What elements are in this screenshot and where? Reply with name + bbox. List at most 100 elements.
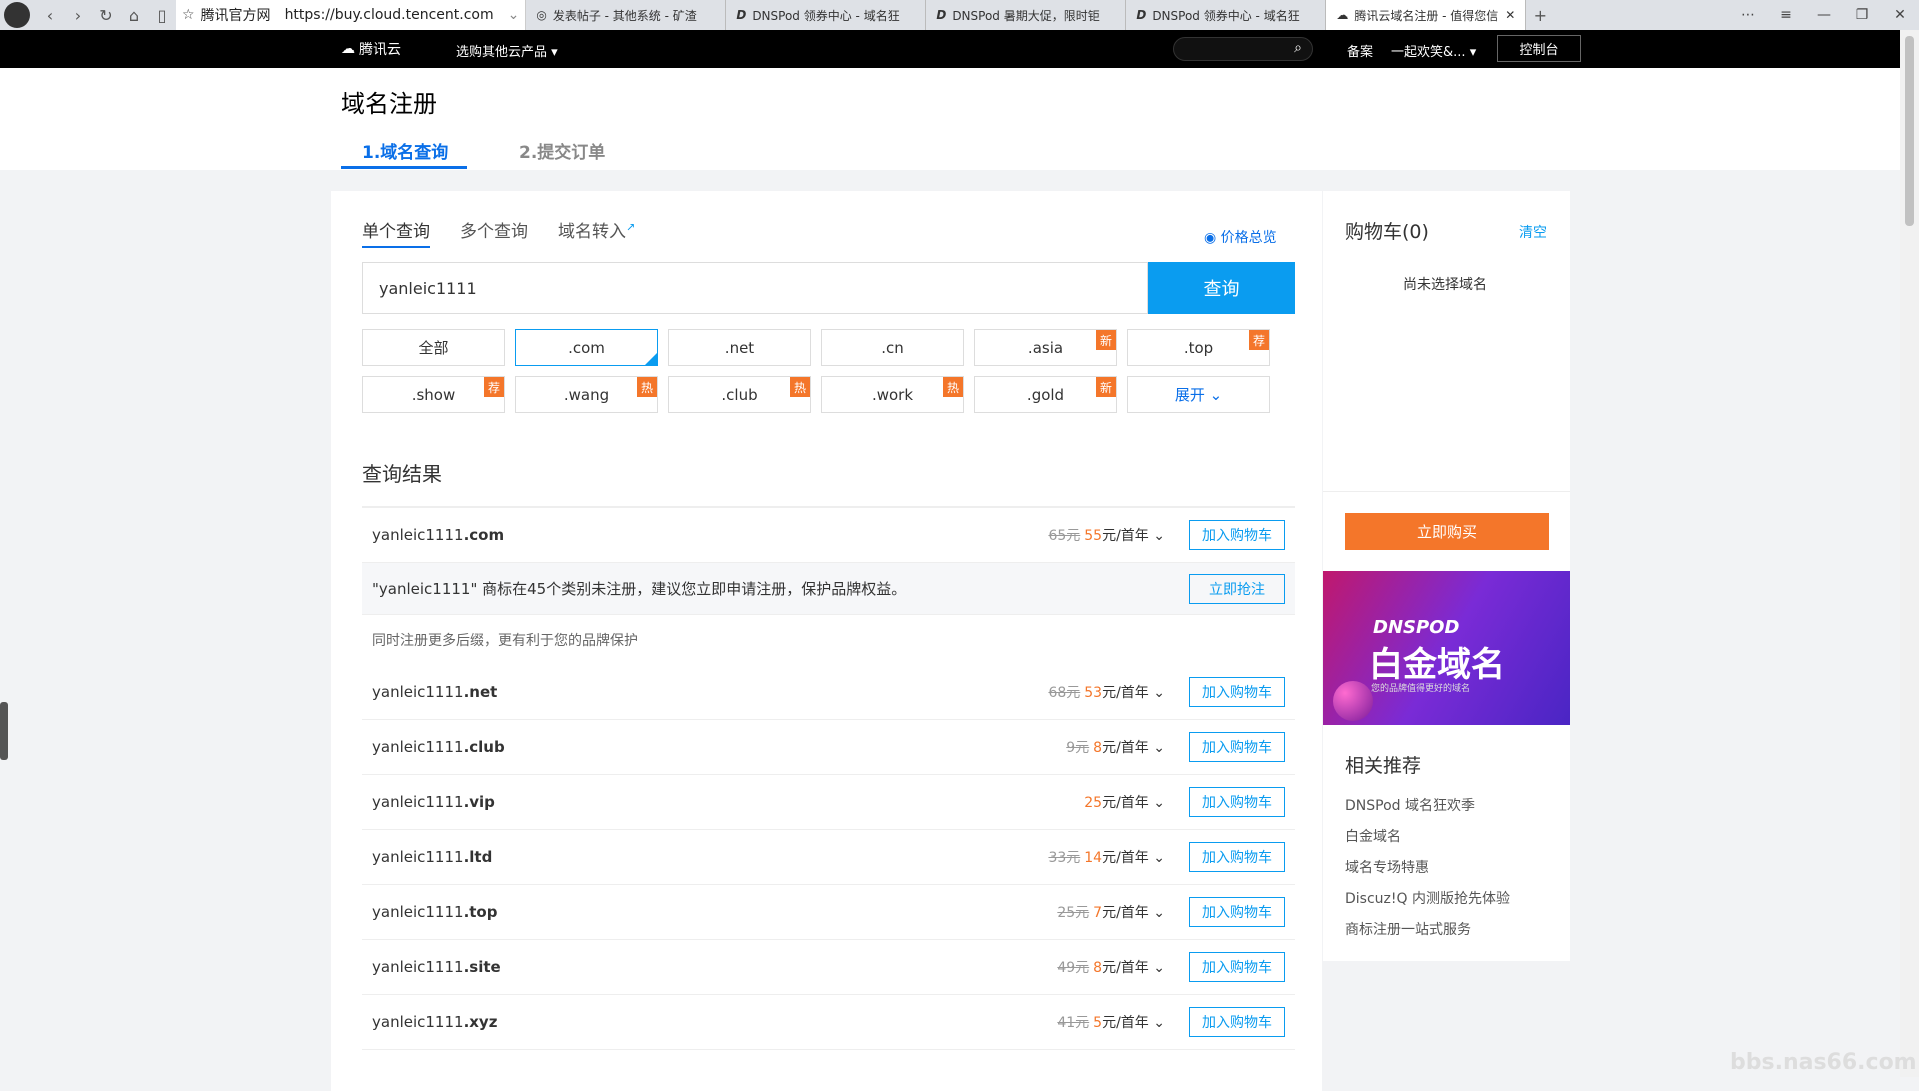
recommend-link[interactable]: DNSPod 域名狂欢季 [1345,791,1510,822]
result-row: yanleic1111.top 25元 7元/首年 ⌄ 加入购物车 [362,885,1295,940]
add-to-cart-button[interactable]: 加入购物车 [1189,952,1285,982]
domain-name: yanleic1111.com [372,526,504,544]
address-bar[interactable]: ☆ 腾讯官方网 https://buy.cloud.tencent.com ⌄ [176,0,527,30]
expand-suffixes-button[interactable]: 展开 ⌄ [1127,376,1270,413]
price[interactable]: 9元 8元/首年 ⌄ [1066,737,1165,757]
platinum-domain-banner[interactable]: DNSPOD 白金域名 您的品牌值得更好的域名 [1323,571,1570,725]
suffix-option[interactable]: .net [668,329,811,366]
reload-icon[interactable]: ↻ [92,0,120,30]
recommend-link[interactable]: 域名专场特惠 [1345,853,1510,884]
suffix-option[interactable]: .asia 新 [974,329,1117,366]
trademark-text: "yanleic1111" 商标在45个类别未注册，建议您立即申请注册，保护品牌… [372,580,907,598]
domain-prefix: yanleic1111 [372,958,464,976]
browser-tab[interactable]: D DNSPod 领券中心 - 域名狂 [1126,0,1327,30]
star-icon[interactable]: ☆ [182,7,195,23]
browser-tab[interactable]: D DNSPod 领券中心 - 域名狂 [726,0,927,30]
domain-prefix: yanleic1111 [372,526,464,544]
tab-single-query[interactable]: 单个查询 [362,217,430,248]
price-overview-link[interactable]: ◉ 价格总览 [1204,227,1277,247]
price[interactable]: 41元 5元/首年 ⌄ [1057,1012,1165,1032]
suffix-option[interactable]: .wang 热 [515,376,658,413]
active-step-indicator [341,166,467,169]
price[interactable]: 49元 8元/首年 ⌄ [1057,957,1165,977]
recommend-link[interactable]: Discuz!Q 内测版抢先体验 [1345,884,1510,915]
add-to-cart-button[interactable]: 加入购物车 [1189,520,1285,550]
suffix-option[interactable]: .top 荐 [1127,329,1270,366]
menu-icon[interactable]: ≡ [1767,0,1805,30]
buy-now-button[interactable]: 立即购买 [1345,513,1549,550]
suffix-badge: 热 [790,377,810,397]
tab-label: 腾讯云域名注册 - 值得您信 [1354,8,1499,23]
search-icon[interactable]: ⌕ [1294,40,1302,56]
expand-label: 展开 [1174,386,1205,404]
add-to-cart-button[interactable]: 加入购物车 [1189,1007,1285,1037]
tab-multi-query[interactable]: 多个查询 [460,217,528,248]
add-to-cart-button[interactable]: 加入购物车 [1189,897,1285,927]
step-submit-order[interactable]: 2.提交订单 [519,138,605,163]
price[interactable]: 25元/首年 ⌄ [1080,792,1165,812]
cart-title: 购物车(0) [1345,221,1429,243]
forward-icon[interactable]: › [64,0,92,30]
close-icon[interactable]: ✕ [1505,8,1515,22]
suffix-badge: 热 [943,377,963,397]
chevron-down-icon[interactable]: ⌄ [508,7,520,23]
browser-tab[interactable]: D DNSPod 暑期大促，限时钜 [926,0,1127,30]
domain-name: yanleic1111.club [372,738,505,756]
scrollbar-thumb[interactable] [1905,36,1914,226]
price[interactable]: 33元 14元/首年 ⌄ [1048,847,1165,867]
side-panel-handle[interactable] [0,702,8,760]
dnspod-icon: D [736,8,747,22]
register-trademark-button[interactable]: 立即抢注 [1189,573,1285,604]
result-row: yanleic1111.net 68元 53元/首年 ⌄ 加入购物车 [362,665,1295,720]
old-price: 33元 [1048,850,1081,866]
console-button[interactable]: 控制台 [1497,35,1581,62]
address-url[interactable]: https://buy.cloud.tencent.com [285,7,494,23]
domain-search-input[interactable] [362,262,1148,314]
reader-icon[interactable]: ▯ [148,0,176,30]
restore-icon[interactable]: ❐ [1843,0,1881,30]
user-menu[interactable]: 一起欢笑&... ▾ [1391,41,1476,60]
external-link-icon: ↗ [626,220,636,234]
new-tab-icon[interactable]: + [1526,0,1554,30]
suffix-label: .club [721,385,758,404]
tab-domain-transfer[interactable]: 域名转入↗ [558,217,635,248]
browser-tab[interactable]: ◎ 发表帖子 - 其他系统 - 矿渣 [526,0,727,30]
suffix-option[interactable]: .cn [821,329,964,366]
page-scrollbar[interactable] [1900,30,1919,1077]
search-button[interactable]: 查询 [1148,262,1295,314]
products-menu[interactable]: 选购其他云产品 ▾ [456,41,558,60]
close-window-icon[interactable]: ✕ [1881,0,1919,30]
suffix-option[interactable]: .gold 新 [974,376,1117,413]
add-to-cart-button[interactable]: 加入购物车 [1189,732,1285,762]
add-to-cart-button[interactable]: 加入购物车 [1189,787,1285,817]
suffix-option[interactable]: .work 热 [821,376,964,413]
beian-link[interactable]: 备案 [1347,41,1373,60]
site-search-input[interactable]: ⌕ [1173,37,1313,61]
minimize-icon[interactable]: — [1805,0,1843,30]
back-icon[interactable]: ‹ [36,0,64,30]
tencent-cloud-logo[interactable]: ☁ 腾讯云 [341,39,401,59]
more-icon[interactable]: ⋯ [1729,0,1767,30]
recommend-link[interactable]: 白金域名 [1345,822,1510,853]
browser-tab-active[interactable]: ☁ 腾讯云域名注册 - 值得您信 ✕ [1326,0,1527,30]
current-price: 7 [1093,905,1103,921]
suffix-option[interactable]: .show 荐 [362,376,505,413]
cloud-logo-icon: ☁ [341,41,355,57]
add-to-cart-button[interactable]: 加入购物车 [1189,677,1285,707]
tab-label: DNSPod 领券中心 - 域名狂 [1152,8,1300,23]
info-icon: ◉ [1204,230,1217,246]
site-navbar: ☁ 腾讯云 选购其他云产品 ▾ ⌕ 备案 一起欢笑&... ▾ 控制台 [0,30,1900,68]
step-domain-query[interactable]: 1.域名查询 [362,138,448,163]
suffix-label: .com [568,338,605,357]
price[interactable]: 25元 7元/首年 ⌄ [1057,902,1165,922]
suffix-option-selected[interactable]: .com [515,329,658,366]
home-icon[interactable]: ⌂ [120,0,148,30]
clear-cart-link[interactable]: 清空 [1519,222,1547,242]
recommend-link[interactable]: 商标注册一站式服务 [1345,915,1510,946]
suffix-option[interactable]: .club 热 [668,376,811,413]
suffix-option[interactable]: 全部 [362,329,505,366]
profile-avatar[interactable] [4,2,30,28]
price[interactable]: 65元 55元/首年 ⌄ [1048,525,1165,545]
price[interactable]: 68元 53元/首年 ⌄ [1048,682,1165,702]
add-to-cart-button[interactable]: 加入购物车 [1189,842,1285,872]
